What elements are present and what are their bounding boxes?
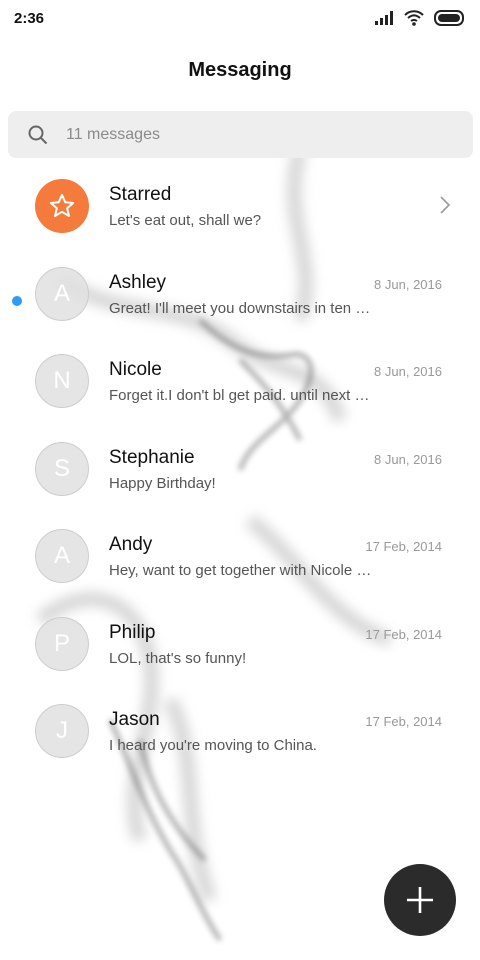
conversation-row[interactable]: N Nicole Forget it.I don't bl get paid. … <box>0 341 480 429</box>
battery-icon <box>434 10 464 26</box>
avatar: J <box>35 704 89 758</box>
contact-name: Nicole <box>109 359 162 380</box>
message-preview: Forget it.I don't bl get paid. until nex… <box>109 387 370 404</box>
avatar: S <box>35 441 89 496</box>
page-title: Messaging <box>188 58 292 81</box>
conversation-row[interactable]: P Philip LOL, that's so funny! 17 Feb, 2… <box>0 604 480 692</box>
star-icon <box>49 193 75 218</box>
avatar: N <box>35 354 89 408</box>
message-date: 17 Feb, 2014 <box>365 714 442 729</box>
conversation-row[interactable]: J Jason I heard you're moving to China. … <box>0 691 480 779</box>
avatar: A <box>35 529 89 583</box>
avatar: A <box>35 266 89 321</box>
contact-name: Andy <box>109 534 153 555</box>
plus-icon <box>407 887 433 913</box>
message-preview: LOL, that's so funny! <box>109 649 247 667</box>
chevron-right-icon <box>440 196 450 214</box>
status-time: 2:36 <box>14 9 45 27</box>
avatar <box>35 179 89 233</box>
signal-icon <box>375 11 393 25</box>
search-icon <box>28 125 48 144</box>
new-message-button[interactable] <box>384 864 456 936</box>
conversation-row[interactable]: A Andy Hey, want to get together with Ni… <box>0 516 480 604</box>
message-date: 17 Feb, 2014 <box>365 626 442 642</box>
search-label: 11 messages <box>66 125 160 143</box>
conversation-list: Starred Let's eat out, shall we? A Ashle… <box>0 166 480 779</box>
conversation-row-starred[interactable]: Starred Let's eat out, shall we? <box>0 166 480 254</box>
conversation-row[interactable]: A Ashley Great! I'll meet you downstairs… <box>0 254 480 342</box>
message-date: 8 Jun, 2016 <box>374 276 442 292</box>
message-preview: Happy Birthday! <box>109 474 216 492</box>
contact-name: Jason <box>109 709 160 730</box>
search-bar[interactable]: 11 messages <box>8 111 473 158</box>
message-preview: I heard you're moving to China. <box>109 737 317 754</box>
avatar: P <box>35 616 89 671</box>
message-preview: Hey, want to get together with Nicole … <box>109 562 372 579</box>
message-preview: Great! I'll meet you downstairs in ten … <box>109 299 371 317</box>
message-date: 17 Feb, 2014 <box>365 539 442 554</box>
wifi-icon <box>404 10 424 26</box>
conversation-row[interactable]: S Stephanie Happy Birthday! 8 Jun, 2016 <box>0 429 480 517</box>
status-bar: 2:36 <box>0 0 480 36</box>
unread-indicator <box>12 296 22 306</box>
contact-name: Ashley <box>109 271 167 293</box>
message-date: 8 Jun, 2016 <box>374 451 442 467</box>
message-date: 8 Jun, 2016 <box>374 364 442 379</box>
message-preview: Let's eat out, shall we? <box>109 212 262 229</box>
contact-name: Starred <box>109 184 172 205</box>
status-icons <box>374 10 466 26</box>
header: Messaging <box>0 50 480 90</box>
contact-name: Philip <box>109 621 156 643</box>
contact-name: Stephanie <box>109 446 195 468</box>
